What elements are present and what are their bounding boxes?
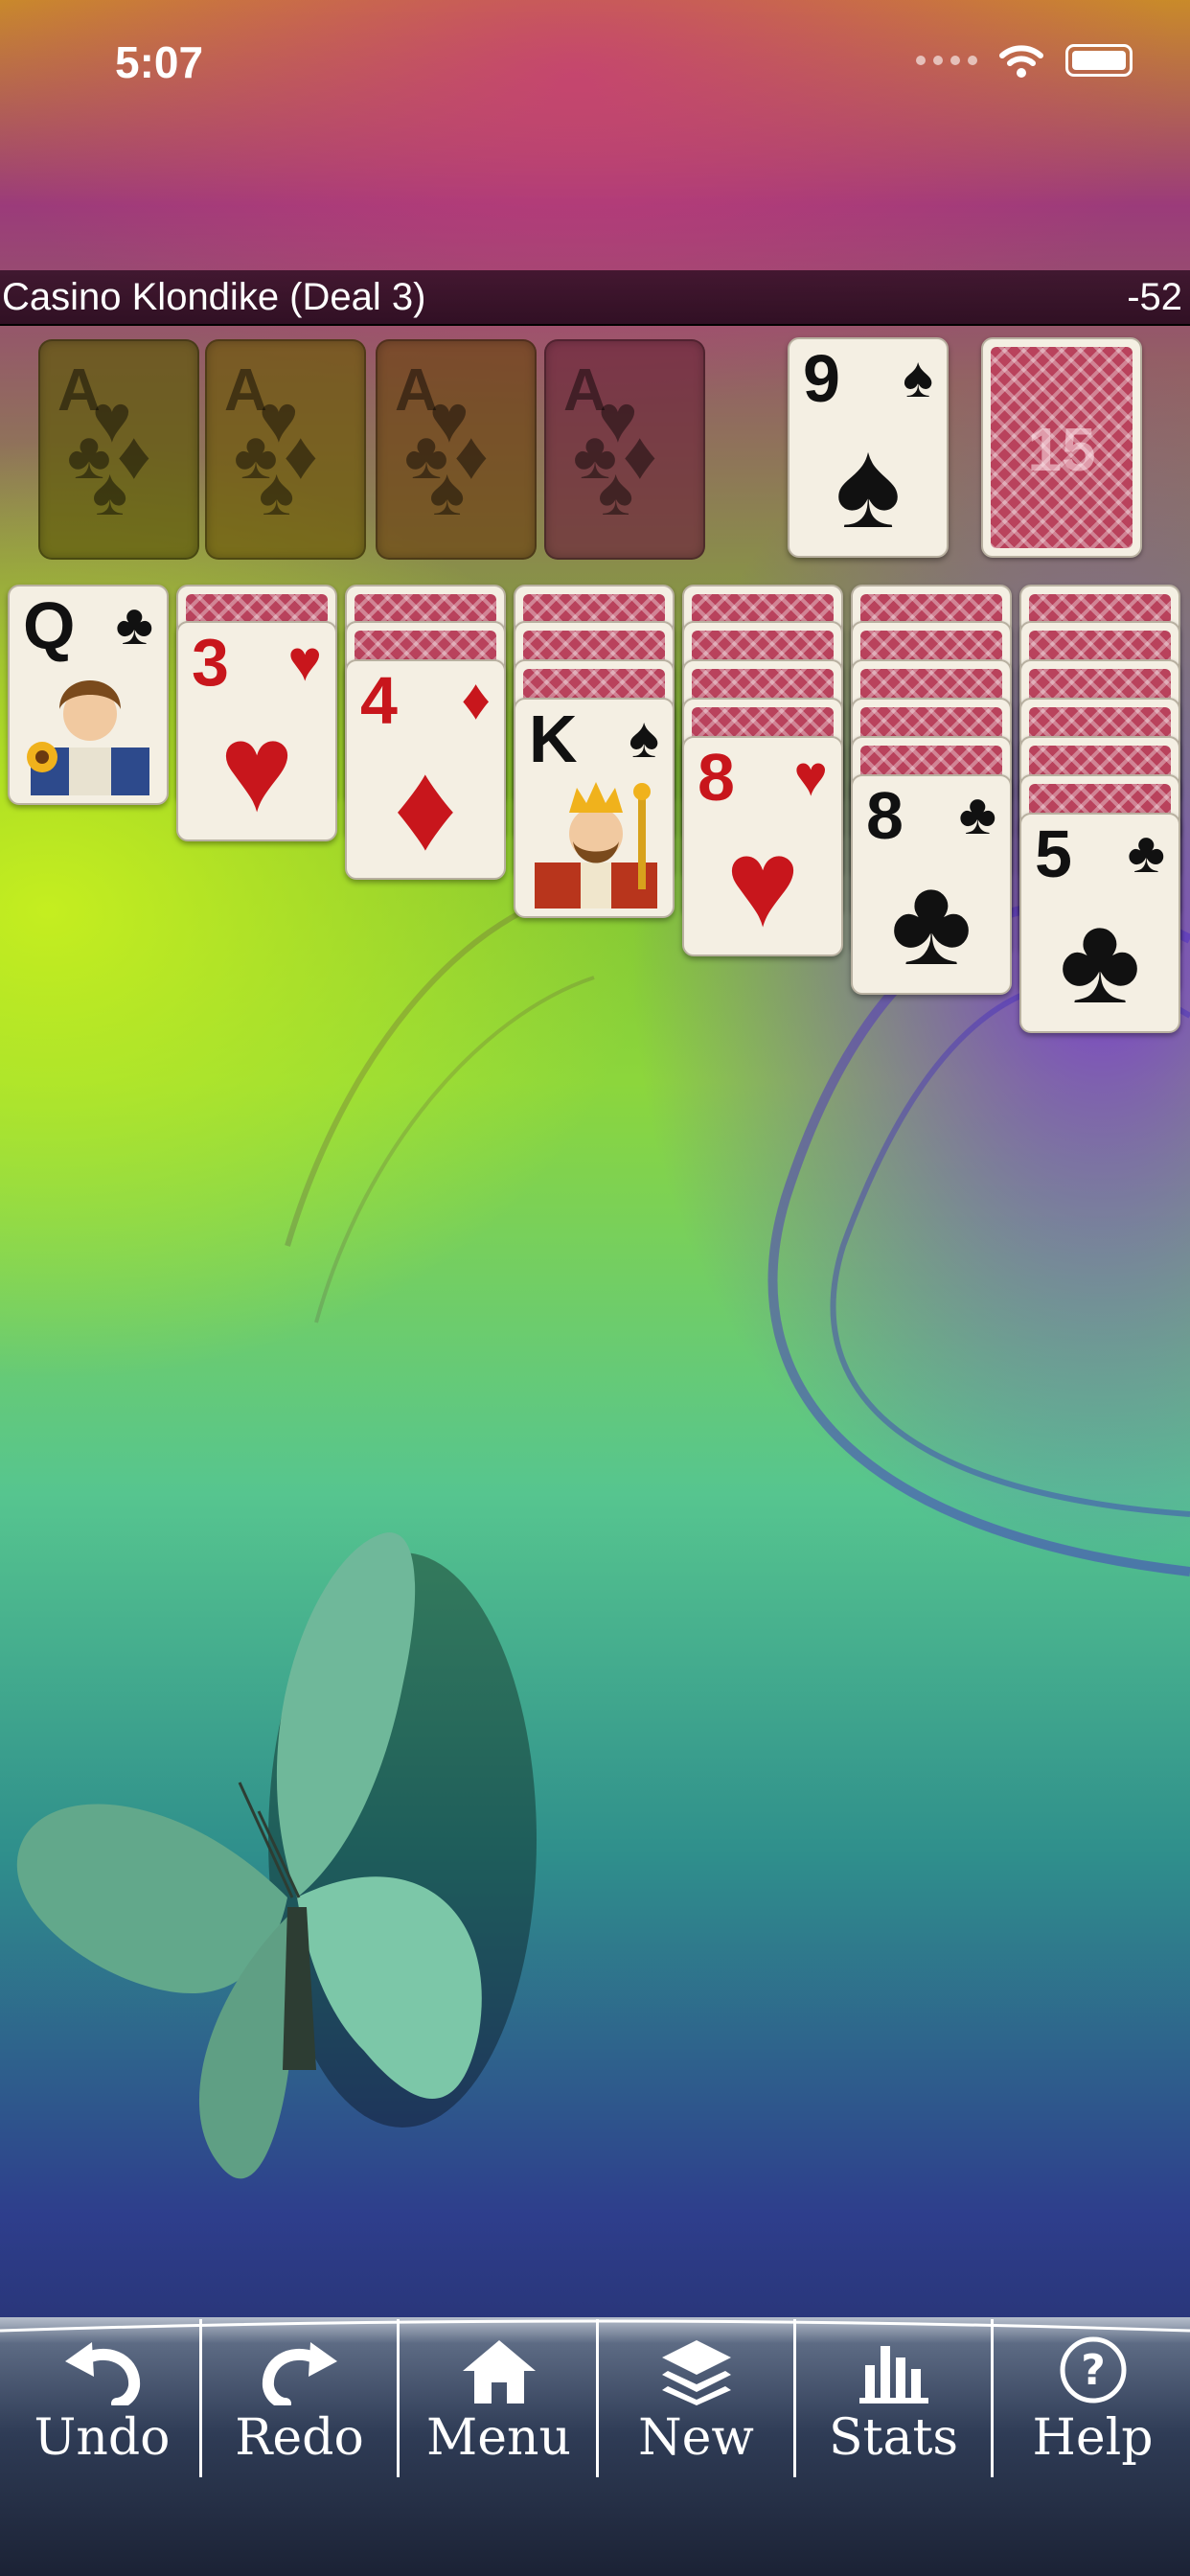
undo-label: Undo bbox=[34, 2409, 171, 2467]
menu-label: Menu bbox=[426, 2409, 571, 2467]
card-rank: K bbox=[529, 702, 578, 776]
card-rank: 5 bbox=[1035, 816, 1072, 891]
foundation-suits-icon: ♣ ♦ ♥ ♠ bbox=[67, 381, 151, 529]
game-title: Casino Klondike (Deal 3) bbox=[2, 276, 426, 318]
spade-icon: ♠ bbox=[835, 414, 902, 554]
card-rank: 9 bbox=[803, 341, 840, 416]
tableau-6-top-card[interactable]: 8 ♣ ♣ bbox=[851, 774, 1012, 995]
tableau-3-top-card[interactable]: 4 ♦ ♦ bbox=[345, 659, 506, 880]
club-icon: ♣ bbox=[115, 592, 153, 656]
queen-face-icon bbox=[27, 680, 149, 795]
foundation-suits-icon: ♣ ♦ ♥ ♠ bbox=[234, 381, 318, 529]
wifi-icon bbox=[999, 45, 1043, 78]
status-icons bbox=[916, 42, 1133, 79]
game-score: -52 bbox=[1127, 276, 1182, 318]
help-button[interactable]: ? Help bbox=[995, 2329, 1190, 2482]
new-game-button[interactable]: New bbox=[598, 2329, 794, 2482]
battery-icon bbox=[1065, 44, 1133, 77]
help-label: Help bbox=[1032, 2409, 1154, 2467]
redo-button[interactable]: Redo bbox=[201, 2329, 398, 2482]
foundation-pile-1[interactable]: A ♣ ♦ ♥ ♠ bbox=[38, 339, 199, 560]
stats-button[interactable]: Stats bbox=[795, 2329, 992, 2482]
card-rank: Q bbox=[23, 588, 76, 663]
svg-text:?: ? bbox=[1081, 2346, 1106, 2395]
stats-label: Stats bbox=[828, 2409, 959, 2467]
foundation-suits-icon: ♣ ♦ ♥ ♠ bbox=[404, 381, 489, 529]
tableau-5-top-card[interactable]: 8 ♥ ♥ bbox=[682, 736, 843, 956]
card-rank: 8 bbox=[866, 778, 904, 853]
new-label: New bbox=[638, 2409, 754, 2467]
king-face-icon bbox=[535, 782, 657, 908]
tableau-1-top-card[interactable]: Q ♣ bbox=[8, 585, 169, 805]
foundation-pile-2[interactable]: A ♣ ♦ ♥ ♠ bbox=[205, 339, 366, 560]
tableau-2-top-card[interactable]: 3 ♥ ♥ bbox=[176, 621, 337, 841]
club-icon: ♣ bbox=[1059, 889, 1141, 1029]
home-icon bbox=[462, 2340, 536, 2404]
spade-icon: ♠ bbox=[629, 705, 659, 770]
undo-icon bbox=[64, 2342, 140, 2405]
menu-button[interactable]: Menu bbox=[400, 2329, 597, 2482]
heart-icon: ♥ bbox=[725, 813, 800, 953]
card-rank: 4 bbox=[360, 663, 398, 738]
card-rank: 8 bbox=[698, 740, 735, 815]
heart-icon: ♥ bbox=[287, 629, 322, 693]
undo-button[interactable]: Undo bbox=[4, 2329, 200, 2482]
status-time: 5:07 bbox=[115, 37, 204, 87]
card-rank: 3 bbox=[192, 625, 229, 700]
redo-icon bbox=[262, 2342, 337, 2405]
foundation-pile-4[interactable]: A ♣ ♦ ♥ ♠ bbox=[544, 339, 705, 560]
signal-icon bbox=[916, 56, 977, 65]
heart-icon: ♥ bbox=[219, 698, 294, 838]
bar-chart-icon bbox=[858, 2346, 928, 2404]
foundation-pile-3[interactable]: A ♣ ♦ ♥ ♠ bbox=[376, 339, 537, 560]
layers-icon bbox=[661, 2340, 731, 2405]
stock-pile[interactable]: 15 bbox=[981, 337, 1142, 558]
diamond-icon: ♦ bbox=[461, 667, 491, 731]
waste-top-card[interactable]: 9 ♠ ♠ bbox=[788, 337, 949, 558]
club-icon: ♣ bbox=[958, 782, 996, 846]
heart-icon: ♥ bbox=[793, 744, 828, 808]
club-icon: ♣ bbox=[1127, 820, 1165, 885]
help-icon: ? bbox=[1060, 2336, 1126, 2404]
club-icon: ♣ bbox=[890, 851, 973, 991]
butterfly-image bbox=[16, 1532, 537, 2179]
stock-count: 15 bbox=[1027, 415, 1096, 484]
foundation-suits-icon: ♣ ♦ ♥ ♠ bbox=[573, 381, 657, 529]
redo-label: Redo bbox=[235, 2409, 364, 2467]
tableau-7-top-card[interactable]: 5 ♣ ♣ bbox=[1019, 813, 1180, 1033]
tableau-4-top-card[interactable]: K ♠ bbox=[514, 698, 675, 918]
diamond-icon: ♦ bbox=[393, 736, 458, 876]
spade-icon: ♠ bbox=[903, 345, 933, 409]
game-title-bar: Casino Klondike (Deal 3) -52 bbox=[0, 270, 1190, 326]
